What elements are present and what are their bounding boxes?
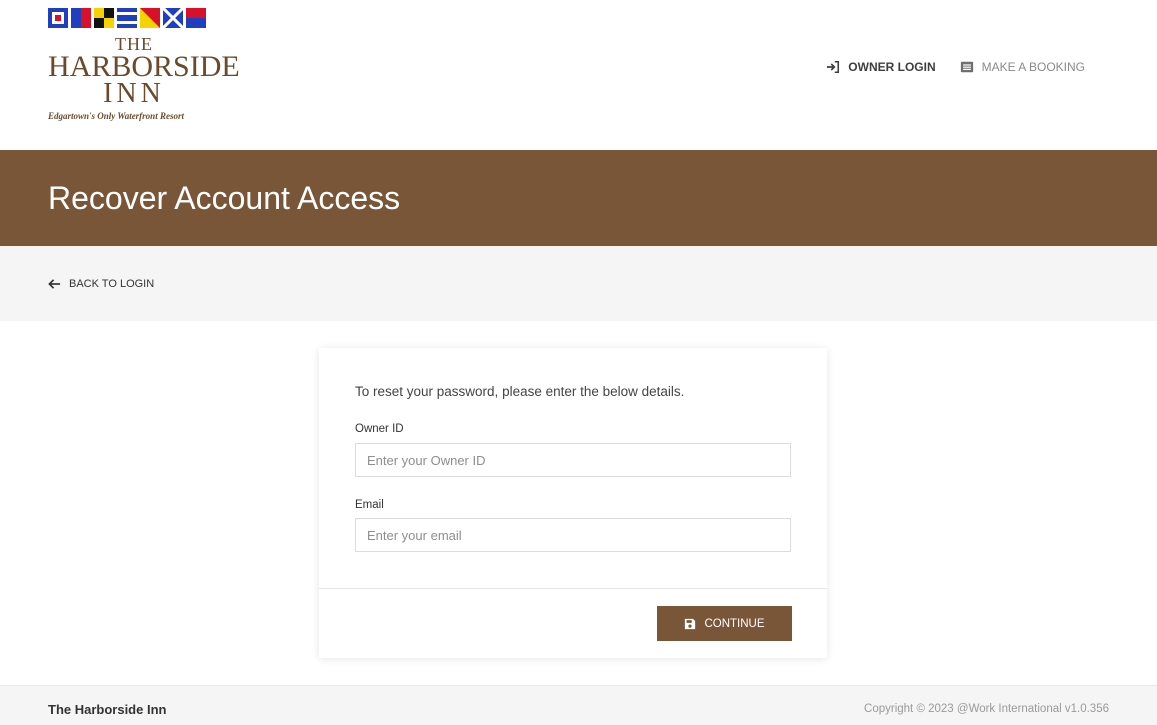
footer-brand: The Harborside Inn: [48, 702, 167, 717]
flag-icon: [94, 8, 114, 28]
sign-in-icon: [827, 60, 840, 74]
make-booking-link[interactable]: MAKE A BOOKING: [960, 60, 1085, 74]
email-label: Email: [355, 499, 384, 511]
page-banner: Recover Account Access: [0, 150, 1157, 246]
page-title: Recover Account Access: [48, 180, 401, 216]
flag-icon: [186, 8, 206, 28]
back-to-login-label: BACK TO LOGIN: [69, 278, 155, 290]
email-input[interactable]: [355, 518, 791, 552]
owner-login-label: OWNER LOGIN: [848, 60, 936, 74]
card-divider: [319, 588, 827, 589]
owner-id-label: Owner ID: [355, 423, 404, 435]
flag-icon: [71, 8, 91, 28]
continue-button[interactable]: CONTINUE: [657, 606, 792, 641]
back-bar: BACK TO LOGIN: [0, 246, 1157, 321]
top-nav: OWNER LOGIN MAKE A BOOKING: [826, 60, 1085, 74]
make-booking-label: MAKE A BOOKING: [981, 60, 1085, 74]
footer-copyright: Copyright © 2023 @Work International v1.…: [864, 703, 1109, 715]
owner-id-input[interactable]: [355, 443, 791, 477]
owner-login-link[interactable]: OWNER LOGIN: [826, 60, 936, 74]
flag-icon: [163, 8, 183, 28]
recover-form-card: To reset your password, please enter the…: [319, 348, 827, 658]
save-icon: [685, 618, 696, 629]
nautical-flags-icon: [48, 8, 220, 28]
continue-label: CONTINUE: [704, 617, 765, 630]
site-footer: The Harborside Inn Copyright © 2023 @Wor…: [0, 685, 1157, 725]
site-header: THE HARBORSIDE INN Edgartown's Only Wate…: [0, 0, 1157, 150]
flag-icon: [117, 8, 137, 28]
back-to-login-link[interactable]: BACK TO LOGIN: [48, 278, 154, 290]
site-logo[interactable]: THE HARBORSIDE INN Edgartown's Only Wate…: [48, 8, 240, 126]
logo-tagline: Edgartown's Only Waterfront Resort: [48, 111, 184, 121]
flag-icon: [48, 8, 68, 28]
list-alt-icon: [960, 61, 973, 73]
logo-inn-text: INN: [103, 78, 165, 109]
form-intro-text: To reset your password, please enter the…: [355, 384, 685, 399]
arrow-left-icon: [48, 279, 61, 289]
flag-icon: [140, 8, 160, 28]
